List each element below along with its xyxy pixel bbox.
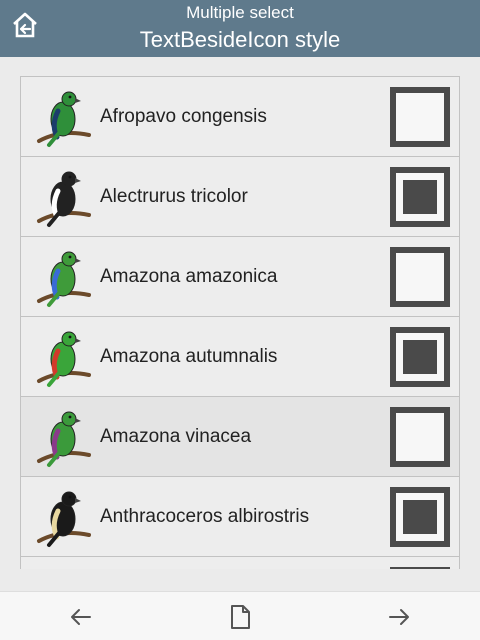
item-checkbox[interactable] — [390, 407, 450, 467]
list-item[interactable]: Amazona vinacea — [21, 397, 459, 477]
list-item[interactable]: Amazona autumnalis — [21, 317, 459, 397]
item-checkbox[interactable] — [390, 567, 450, 569]
list-item-label: Amazona amazonica — [100, 266, 278, 287]
list-item[interactable]: Alectrurus tricolor — [21, 157, 459, 237]
document-icon[interactable] — [225, 602, 255, 632]
page-subtitle: Multiple select — [186, 3, 294, 22]
page-title: TextBesideIcon style — [139, 27, 341, 52]
arrow-right-icon[interactable] — [384, 602, 414, 632]
arrow-left-icon[interactable] — [66, 602, 96, 632]
list-item-label: Alectrurus tricolor — [100, 186, 248, 207]
list-item-label: Anthracoceros albirostris — [100, 506, 310, 527]
checkbox-mark — [403, 500, 437, 534]
item-checkbox[interactable] — [390, 327, 450, 387]
tyrant-bird-icon — [31, 165, 95, 229]
item-checkbox[interactable] — [390, 87, 450, 147]
bottom-bar — [0, 591, 480, 640]
checkbox-mark — [403, 340, 437, 374]
item-checkbox[interactable] — [390, 487, 450, 547]
parrot-icon — [31, 245, 95, 309]
peacock-bird-icon — [31, 85, 95, 149]
checkbox-mark — [403, 180, 437, 214]
list-item[interactable]: Anthracoceros albirostris — [21, 477, 459, 557]
list-item-partial[interactable] — [21, 557, 459, 569]
list-item-label: Amazona vinacea — [100, 426, 252, 447]
list-item[interactable]: Amazona amazonica — [21, 237, 459, 317]
item-checkbox[interactable] — [390, 167, 450, 227]
item-checkbox[interactable] — [390, 247, 450, 307]
list-item[interactable]: Afropavo congensis — [21, 77, 459, 157]
list-item-label: Afropavo congensis — [100, 106, 267, 127]
parrot-icon — [31, 325, 95, 389]
list-item-label: Amazona autumnalis — [100, 346, 278, 367]
parrot-icon — [31, 405, 95, 469]
app-header: Multiple select TextBesideIcon style — [0, 0, 480, 57]
bird-list[interactable]: Afropavo congensis Alectrurus tricolor Ama… — [20, 76, 460, 569]
hornbill-icon — [31, 485, 95, 549]
